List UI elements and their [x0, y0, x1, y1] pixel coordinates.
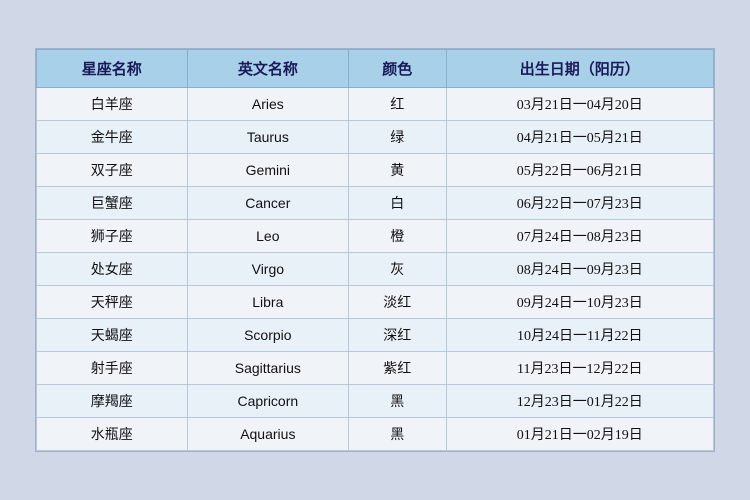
cell-color: 紫红	[349, 352, 446, 385]
table-row: 天秤座Libra淡红09月24日一10月23日	[37, 286, 714, 319]
cell-date: 11月23日一12月22日	[446, 352, 713, 385]
cell-english-name: Capricorn	[187, 385, 348, 418]
cell-english-name: Virgo	[187, 253, 348, 286]
cell-color: 绿	[349, 121, 446, 154]
cell-date: 06月22日一07月23日	[446, 187, 713, 220]
cell-chinese-name: 巨蟹座	[37, 187, 188, 220]
table-row: 处女座Virgo灰08月24日一09月23日	[37, 253, 714, 286]
cell-english-name: Sagittarius	[187, 352, 348, 385]
cell-color: 白	[349, 187, 446, 220]
cell-color: 黄	[349, 154, 446, 187]
table-row: 天蝎座Scorpio深红10月24日一11月22日	[37, 319, 714, 352]
cell-chinese-name: 天秤座	[37, 286, 188, 319]
cell-chinese-name: 摩羯座	[37, 385, 188, 418]
header-english-name: 英文名称	[187, 50, 348, 88]
cell-date: 05月22日一06月21日	[446, 154, 713, 187]
cell-date: 04月21日一05月21日	[446, 121, 713, 154]
table-row: 金牛座Taurus绿04月21日一05月21日	[37, 121, 714, 154]
cell-english-name: Libra	[187, 286, 348, 319]
cell-date: 01月21日一02月19日	[446, 418, 713, 451]
zodiac-table: 星座名称 英文名称 颜色 出生日期（阳历） 白羊座Aries红03月21日一04…	[36, 49, 714, 451]
cell-english-name: Aries	[187, 88, 348, 121]
cell-color: 深红	[349, 319, 446, 352]
cell-date: 12月23日一01月22日	[446, 385, 713, 418]
cell-date: 08月24日一09月23日	[446, 253, 713, 286]
table-row: 巨蟹座Cancer白06月22日一07月23日	[37, 187, 714, 220]
header-color: 颜色	[349, 50, 446, 88]
cell-date: 03月21日一04月20日	[446, 88, 713, 121]
cell-english-name: Gemini	[187, 154, 348, 187]
cell-date: 07月24日一08月23日	[446, 220, 713, 253]
zodiac-table-container: 星座名称 英文名称 颜色 出生日期（阳历） 白羊座Aries红03月21日一04…	[35, 48, 715, 452]
cell-chinese-name: 水瓶座	[37, 418, 188, 451]
table-row: 射手座Sagittarius紫红11月23日一12月22日	[37, 352, 714, 385]
table-header-row: 星座名称 英文名称 颜色 出生日期（阳历）	[37, 50, 714, 88]
cell-english-name: Taurus	[187, 121, 348, 154]
cell-chinese-name: 天蝎座	[37, 319, 188, 352]
cell-color: 黑	[349, 418, 446, 451]
header-date: 出生日期（阳历）	[446, 50, 713, 88]
cell-color: 淡红	[349, 286, 446, 319]
cell-chinese-name: 处女座	[37, 253, 188, 286]
table-row: 白羊座Aries红03月21日一04月20日	[37, 88, 714, 121]
cell-color: 橙	[349, 220, 446, 253]
cell-chinese-name: 白羊座	[37, 88, 188, 121]
header-chinese-name: 星座名称	[37, 50, 188, 88]
cell-english-name: Leo	[187, 220, 348, 253]
cell-english-name: Aquarius	[187, 418, 348, 451]
table-body: 白羊座Aries红03月21日一04月20日金牛座Taurus绿04月21日一0…	[37, 88, 714, 451]
cell-chinese-name: 双子座	[37, 154, 188, 187]
cell-chinese-name: 射手座	[37, 352, 188, 385]
table-row: 狮子座Leo橙07月24日一08月23日	[37, 220, 714, 253]
cell-english-name: Scorpio	[187, 319, 348, 352]
cell-date: 09月24日一10月23日	[446, 286, 713, 319]
cell-color: 红	[349, 88, 446, 121]
cell-date: 10月24日一11月22日	[446, 319, 713, 352]
table-row: 水瓶座Aquarius黑01月21日一02月19日	[37, 418, 714, 451]
cell-color: 灰	[349, 253, 446, 286]
cell-chinese-name: 狮子座	[37, 220, 188, 253]
table-row: 摩羯座Capricorn黑12月23日一01月22日	[37, 385, 714, 418]
cell-english-name: Cancer	[187, 187, 348, 220]
cell-chinese-name: 金牛座	[37, 121, 188, 154]
cell-color: 黑	[349, 385, 446, 418]
table-row: 双子座Gemini黄05月22日一06月21日	[37, 154, 714, 187]
